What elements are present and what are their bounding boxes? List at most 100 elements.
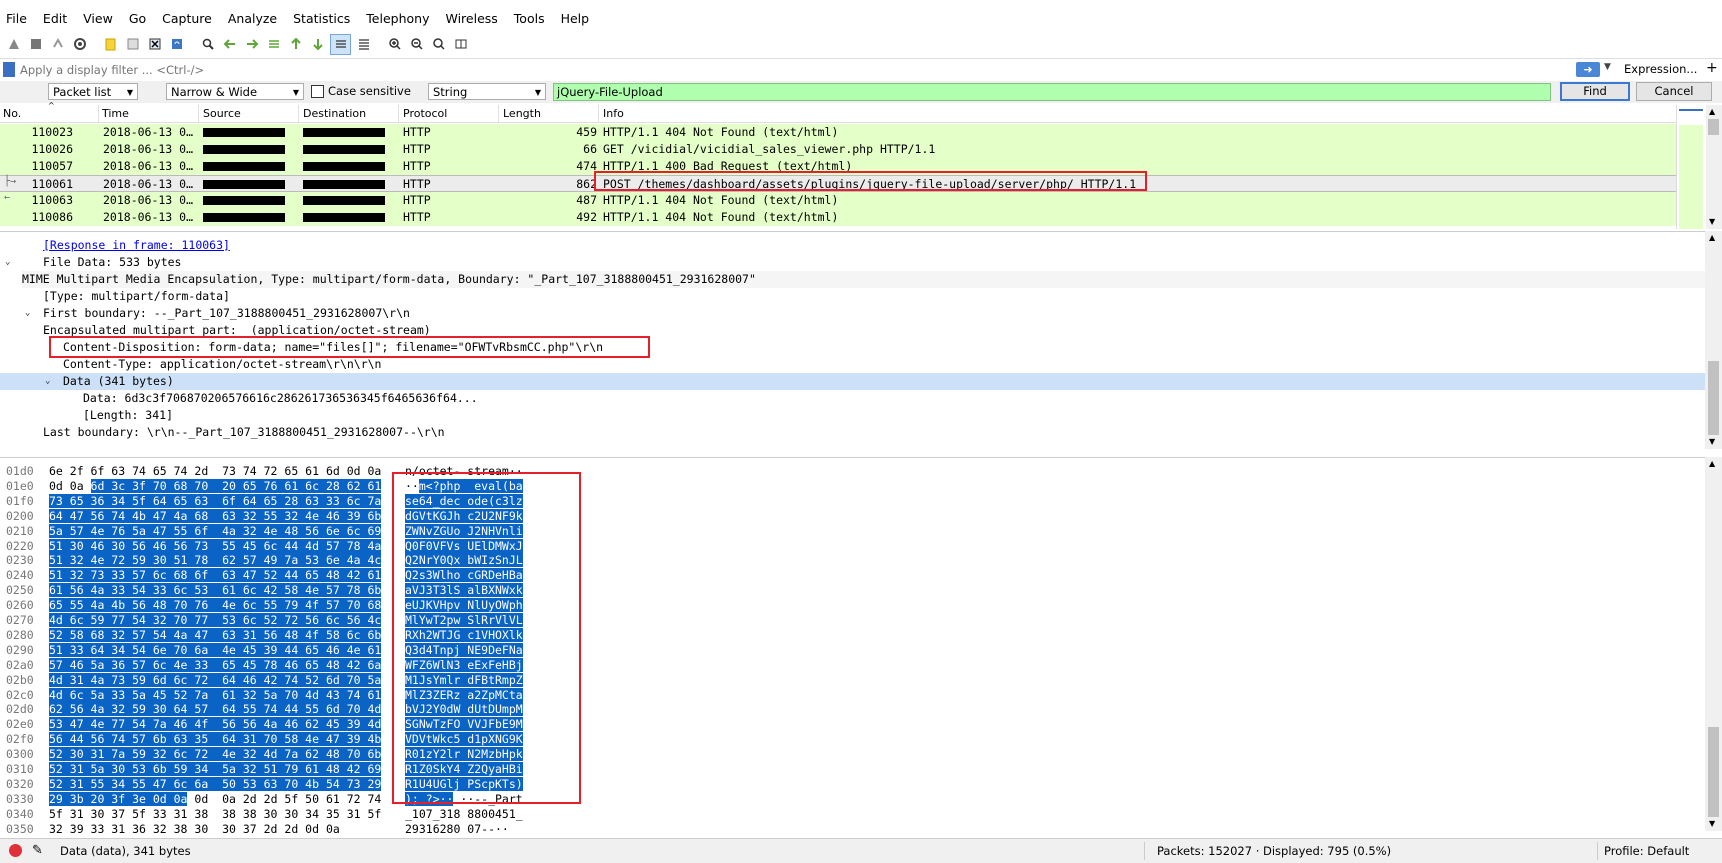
open-file-icon[interactable] [101, 35, 120, 54]
scroll-up-icon[interactable]: ▲ [1709, 107, 1715, 116]
hex-bytes-selected: 51 32 4e 72 59 30 51 78 62 57 49 7a 53 6… [49, 553, 382, 568]
menu-tools[interactable]: Tools [506, 11, 553, 26]
ascii-row[interactable]: 29316280 07--·· [405, 821, 509, 838]
menu-capture[interactable]: Capture [154, 11, 220, 26]
close-file-icon[interactable] [145, 35, 164, 54]
packet-minimap[interactable] [1676, 105, 1706, 229]
first-packet-icon[interactable] [286, 35, 305, 54]
scroll-down-icon[interactable]: ▼ [1709, 819, 1715, 828]
last-boundary-field[interactable]: Last boundary: \r\n--_Part_107_318880045… [43, 424, 445, 441]
col-source[interactable]: Source [203, 107, 241, 120]
packet-row[interactable]: 110057 2018-06-13 0… HTTP 474 HTTP/1.1 4… [0, 158, 1676, 175]
menu-statistics[interactable]: Statistics [285, 11, 358, 26]
zoom-in-icon[interactable] [385, 35, 404, 54]
scroll-thumb[interactable] [1708, 727, 1719, 817]
col-no[interactable]: No. [3, 107, 21, 120]
packet-row[interactable]: 110026 2018-06-13 0… HTTP 66 GET /vicidi… [0, 141, 1676, 158]
data-length-field[interactable]: [Length: 341] [83, 407, 173, 424]
scroll-up-icon[interactable]: ▲ [1709, 459, 1715, 468]
colorize-icon[interactable] [354, 35, 373, 54]
scroll-thumb[interactable] [1708, 119, 1719, 135]
zoom-out-icon[interactable] [407, 35, 426, 54]
hex-bytes-selected: 64 47 56 74 4b 47 4a 68 63 32 55 32 4e 4… [49, 508, 382, 523]
packet-row[interactable]: ← 110063 2018-06-13 0… HTTP 487 HTTP/1.1… [0, 192, 1676, 209]
bookmark-icon[interactable] [3, 62, 15, 77]
restart-capture-icon[interactable] [48, 35, 67, 54]
menu-go[interactable]: Go [121, 11, 154, 26]
hex-offset: 0280 [6, 627, 34, 642]
scroll-thumb[interactable] [1708, 361, 1719, 435]
find-button[interactable]: Find [1560, 82, 1630, 101]
menu-wireless[interactable]: Wireless [437, 11, 505, 26]
capture-status-icon[interactable] [9, 844, 22, 857]
scroll-up-icon[interactable]: ▲ [1709, 233, 1715, 242]
filter-history-dropdown-icon[interactable]: ▼ [1604, 62, 1611, 72]
go-forward-icon[interactable] [242, 35, 261, 54]
col-destination[interactable]: Destination [303, 107, 366, 120]
menu-help[interactable]: Help [553, 11, 598, 26]
hex-offset-cell[interactable]: 0350 [6, 821, 34, 838]
find-value-input[interactable]: jQuery-File-Upload [553, 83, 1551, 101]
ascii-text-selected: eUJKVHpv NlUyOWph [405, 598, 523, 613]
mime-multipart-node[interactable]: MIME Multipart Media Encapsulation, Type… [22, 271, 1705, 288]
go-back-icon[interactable] [220, 35, 239, 54]
packet-list-scrollbar[interactable]: ▲ ▼ [1705, 105, 1722, 229]
scroll-down-icon[interactable]: ▼ [1709, 437, 1715, 446]
cancel-button[interactable]: Cancel [1636, 82, 1712, 101]
apply-filter-arrow-icon[interactable]: ➜ [1576, 62, 1600, 77]
save-file-icon[interactable] [123, 35, 142, 54]
go-to-packet-icon[interactable] [264, 35, 283, 54]
mime-type-field[interactable]: [Type: multipart/form-data] [43, 288, 230, 305]
hex-bytes-row[interactable]: 32 39 33 31 36 32 38 30 30 37 2d 2d 0d 0… [49, 821, 340, 838]
last-packet-icon[interactable] [308, 35, 327, 54]
search-type-select[interactable]: String ▼ [428, 83, 546, 100]
find-packet-icon[interactable] [198, 35, 217, 54]
char-width-select[interactable]: Narrow & Wide ▼ [166, 83, 304, 100]
packet-row[interactable]: 110023 2018-06-13 0… HTTP 459 HTTP/1.1 4… [0, 124, 1676, 141]
col-time[interactable]: Time [102, 107, 129, 120]
col-protocol[interactable]: Protocol [403, 107, 447, 120]
col-info[interactable]: Info [603, 107, 624, 120]
data-value-field[interactable]: Data: 6d3c3f706870206576616c286261736536… [83, 390, 478, 407]
packet-row-selected[interactable]: ├→ 110061 2018-06-13 0… HTTP 862 POST /t… [0, 175, 1676, 192]
start-capture-icon[interactable] [4, 35, 23, 54]
menu-edit[interactable]: Edit [35, 11, 75, 26]
details-scrollbar[interactable]: ▲ ▼ [1705, 231, 1722, 449]
first-boundary-field[interactable]: First boundary: --_Part_107_3188800451_2… [43, 305, 410, 322]
capture-options-icon[interactable] [70, 35, 89, 54]
ascii-text-selected: R1Z0SkY4 Z2QyaHBi [405, 762, 523, 776]
menu-telephony[interactable]: Telephony [358, 11, 437, 26]
case-sensitive-checkbox[interactable] [311, 85, 324, 98]
packet-protocol: HTTP [403, 142, 431, 156]
scroll-down-icon[interactable]: ▼ [1709, 217, 1715, 226]
content-disposition-field[interactable]: Content-Disposition: form-data; name="fi… [63, 339, 603, 356]
status-profile[interactable]: Profile: Default [1604, 844, 1689, 858]
add-filter-button[interactable]: + [1706, 60, 1718, 76]
chevron-down-icon[interactable]: ⌄ [45, 376, 50, 386]
resize-columns-icon[interactable] [451, 35, 470, 54]
redacted-destination [303, 213, 385, 222]
stop-capture-icon[interactable] [26, 35, 45, 54]
autoscroll-icon[interactable] [330, 33, 351, 55]
response-in-frame-link[interactable]: [Response in frame: 110063] [43, 237, 230, 254]
hex-bytes-selected: 4d 6c 5a 33 5a 45 52 7a 61 32 5a 70 4d 4… [49, 687, 382, 702]
file-data-field[interactable]: File Data: 533 bytes [43, 254, 181, 271]
packet-row[interactable]: 110086 2018-06-13 0… HTTP 492 HTTP/1.1 4… [0, 209, 1676, 226]
edit-comment-icon[interactable]: ✎ [32, 843, 43, 858]
content-type-field[interactable]: Content-Type: application/octet-stream\r… [63, 356, 382, 373]
normal-size-icon[interactable] [429, 35, 448, 54]
chevron-down-icon[interactable]: ⌄ [5, 257, 10, 267]
chevron-down-icon[interactable]: ⌄ [25, 308, 30, 318]
menu-view[interactable]: View [75, 11, 121, 26]
bytes-scrollbar[interactable]: ▲ ▼ [1705, 457, 1722, 831]
display-filter-input[interactable] [20, 61, 1570, 78]
case-sensitive-label: Case sensitive [328, 84, 411, 98]
search-in-select[interactable]: Packet list ▼ [48, 83, 138, 100]
menu-file[interactable]: File [0, 11, 35, 26]
reload-file-icon[interactable] [167, 35, 186, 54]
encapsulated-part-node[interactable]: Encapsulated multipart part: (applicatio… [43, 322, 431, 339]
col-length[interactable]: Length [503, 107, 541, 120]
menu-analyze[interactable]: Analyze [220, 11, 285, 26]
data-node[interactable]: Data (341 bytes) [63, 373, 174, 390]
expression-button[interactable]: Expression... [1624, 62, 1697, 76]
